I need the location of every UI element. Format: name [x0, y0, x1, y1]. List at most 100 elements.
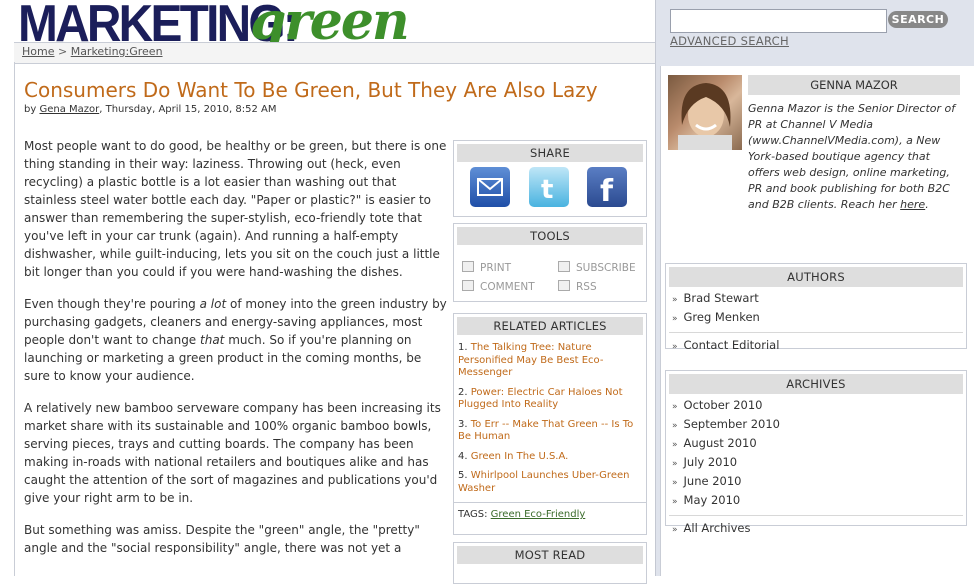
twitter-icon[interactable]: t [529, 167, 569, 207]
related-header: RELATED ARTICLES [457, 317, 643, 335]
author-bio-end: . [925, 198, 929, 211]
main-border [14, 62, 15, 576]
related-item[interactable]: 2. Power: Electric Car Haloes Not Plugge… [458, 387, 642, 412]
archive-link[interactable]: » September 2010 [666, 416, 966, 435]
share-header: SHARE [457, 144, 643, 162]
p2-text: Even though they're pouring [24, 297, 200, 311]
archives-header: ARCHIVES [669, 374, 963, 394]
related-num: 3. [458, 418, 471, 430]
divider [669, 515, 963, 516]
comment-tool[interactable]: COMMENT [462, 280, 535, 293]
arrow-icon: » [672, 459, 678, 469]
print-label: PRINT [480, 262, 511, 274]
comment-label: COMMENT [480, 281, 535, 293]
archive-link[interactable]: » June 2010 [666, 473, 966, 492]
all-archives-label: All Archives [683, 521, 751, 535]
author-bio: Genna Mazor is the Senior Director of PR… [748, 101, 960, 213]
related-item[interactable]: 3. To Err -- Make That Green -- Is To Be… [458, 419, 642, 444]
archive-link[interactable]: » July 2010 [666, 454, 966, 473]
print-tool[interactable]: PRINT [462, 261, 511, 274]
archive-link[interactable]: » May 2010 [666, 492, 966, 511]
archive-link-label: October 2010 [683, 398, 763, 412]
tags-row: TAGS: Green Eco-Friendly [454, 502, 646, 526]
p2-emphasis: a lot [199, 297, 227, 311]
subscribe-icon [558, 261, 570, 272]
breadcrumb: Home > Marketing:Green [22, 45, 163, 58]
advanced-search-link[interactable]: ADVANCED SEARCH [670, 34, 789, 48]
svg-text:t: t [541, 175, 553, 205]
archive-link-label: June 2010 [683, 474, 742, 488]
rss-icon [558, 280, 570, 291]
archives-box: ARCHIVES » October 2010 » September 2010 »… [665, 370, 967, 535]
breadcrumb-separator: > [54, 45, 71, 58]
author-avatar [668, 75, 742, 150]
comment-icon [462, 280, 474, 291]
arrow-icon: » [672, 342, 678, 352]
related-num: 5. [458, 470, 471, 481]
all-archives-link[interactable]: » All Archives [666, 520, 966, 539]
related-num: 2. [458, 386, 471, 398]
article-paragraph: But something was amiss. Despite the "gr… [24, 523, 420, 555]
facebook-icon[interactable]: f [587, 167, 627, 209]
article-paragraph: A relatively new bamboo serveware compan… [24, 401, 441, 505]
subscribe-tool[interactable]: SUBSCRIBE [558, 261, 636, 274]
share-box: SHARE t f [453, 140, 647, 217]
breadcrumb-home-link[interactable]: Home [22, 45, 54, 58]
related-title: Power: Electric Car Haloes Not Plugged I… [458, 386, 623, 411]
tags-link[interactable]: Green Eco-Friendly [491, 509, 586, 520]
article-byline: by Gena Mazor, Thursday, April 15, 2010,… [24, 104, 276, 115]
authors-box: AUTHORS » Brad Stewart » Greg Menken » Cont… [665, 263, 967, 352]
author-link[interactable]: » Greg Menken [666, 309, 966, 328]
article-body: Most people want to do good, be healthy … [24, 137, 449, 571]
author-bio-text: Genna Mazor is the Senior Director of PR… [748, 102, 956, 211]
arrow-icon: » [672, 421, 678, 431]
article-title: Consumers Do Want To Be Green, But They … [24, 78, 598, 102]
email-icon[interactable] [470, 167, 510, 207]
author-link[interactable]: » Brad Stewart [666, 290, 966, 309]
rss-tool[interactable]: RSS [558, 280, 597, 293]
author-link-label: Brad Stewart [683, 291, 759, 305]
contact-editorial-link[interactable]: » Contact Editorial [666, 337, 966, 356]
archive-link-label: August 2010 [683, 436, 757, 450]
related-item[interactable]: 1. The Talking Tree: Nature Personified … [458, 342, 642, 380]
contact-editorial-label: Contact Editorial [683, 338, 780, 352]
most-read-header: MOST READ [457, 546, 643, 564]
arrow-icon: » [672, 314, 678, 324]
related-title: The Talking Tree: Nature Personified May… [458, 342, 604, 378]
arrow-icon: » [672, 497, 678, 507]
related-articles-box: RELATED ARTICLES 1. The Talking Tree: Na… [453, 313, 647, 535]
arrow-icon: » [672, 295, 678, 305]
tools-box: TOOLS PRINT SUBSCRIBE COMMENT RSS [453, 223, 647, 302]
site-logo[interactable]: MARKETING: green [18, 0, 410, 50]
related-num: 4. [458, 450, 471, 462]
search-input[interactable] [670, 9, 887, 33]
author-link-label: Greg Menken [683, 310, 760, 324]
print-icon [462, 261, 474, 272]
tags-label: TAGS: [458, 509, 491, 520]
arrow-icon: » [672, 402, 678, 412]
author-contact-link[interactable]: here [900, 198, 925, 211]
archive-link-label: July 2010 [683, 455, 738, 469]
breadcrumb-current-link[interactable]: Marketing:Green [71, 45, 163, 58]
byline-by: by [24, 104, 40, 115]
divider [669, 332, 963, 333]
p2-emphasis: that [200, 333, 225, 347]
byline-date: , Thursday, April 15, 2010, 8:52 AM [99, 104, 277, 115]
article-paragraph: Most people want to do good, be healthy … [24, 139, 447, 279]
arrow-icon: » [672, 525, 678, 535]
search-button[interactable]: SEARCH [888, 11, 948, 28]
archive-link[interactable]: » October 2010 [666, 397, 966, 416]
archive-link-label: May 2010 [683, 493, 741, 507]
rss-label: RSS [576, 281, 597, 293]
byline-author-link[interactable]: Gena Mazor [39, 104, 99, 115]
archive-link[interactable]: » August 2010 [666, 435, 966, 454]
authors-header: AUTHORS [669, 267, 963, 287]
related-item[interactable]: 5. Whirlpool Launches Uber-Green Washer [458, 470, 642, 495]
related-title: Green In The U.S.A. [470, 450, 569, 462]
related-num: 1. [458, 342, 471, 353]
most-read-box: MOST READ [453, 542, 647, 584]
related-title: To Err -- Make That Green -- Is To Be Hu… [458, 418, 634, 443]
related-title: Whirlpool Launches Uber-Green Washer [458, 470, 630, 494]
article-paragraph: Even though they're pouring a lot of mon… [24, 295, 449, 385]
related-item[interactable]: 4. Green In The U.S.A. [458, 451, 642, 464]
